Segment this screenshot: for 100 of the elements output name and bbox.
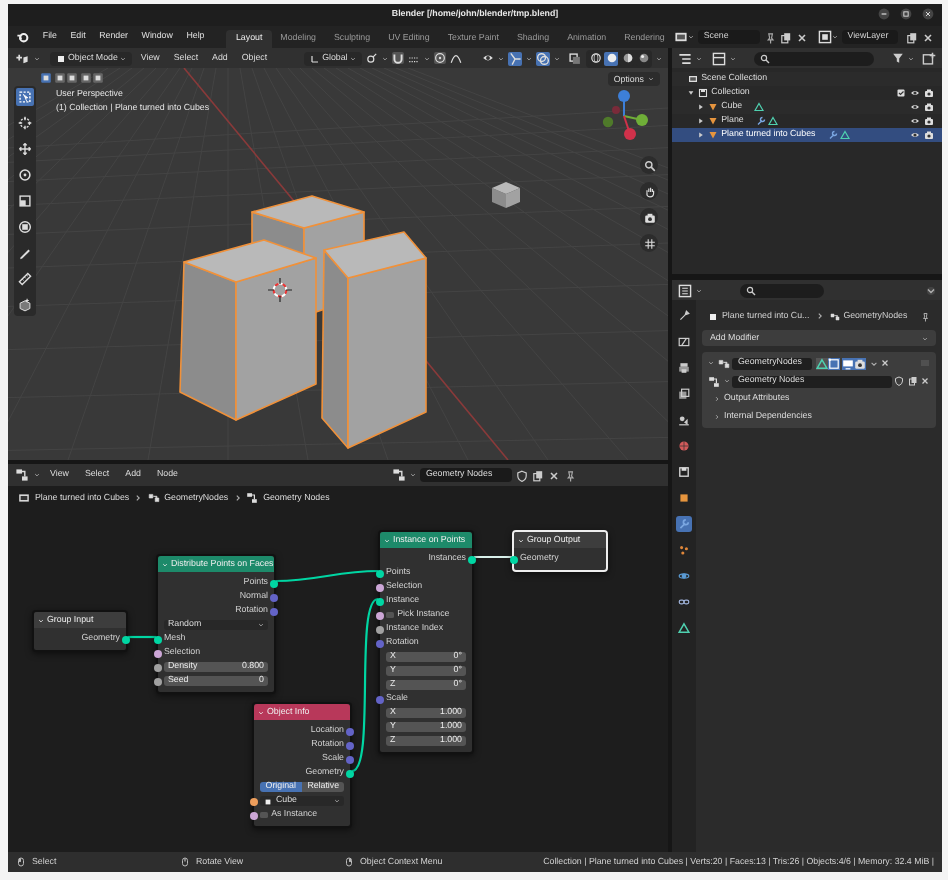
eye-icon[interactable] (910, 130, 921, 140)
socket-dot[interactable] (376, 611, 384, 619)
grid-icon[interactable] (643, 237, 655, 249)
mesh-icon[interactable] (678, 622, 690, 634)
duplicate-icon[interactable] (779, 31, 792, 43)
node-link[interactable] (351, 598, 379, 772)
node-link[interactable] (275, 569, 379, 583)
socket-dot[interactable] (154, 677, 162, 685)
pin-icon[interactable] (563, 469, 576, 481)
node-link[interactable] (128, 635, 156, 639)
selection-mode-icon[interactable] (92, 72, 104, 84)
maximize-icon[interactable] (900, 8, 912, 20)
monitor-icon[interactable] (841, 357, 853, 369)
close-icon[interactable] (922, 8, 934, 20)
collapse-arrow-icon[interactable] (698, 118, 704, 124)
editor-type-icon[interactable] (678, 283, 692, 297)
socket-dot[interactable] (376, 569, 384, 577)
zoom-icon[interactable] (643, 159, 655, 171)
selection-mode-icon[interactable] (79, 72, 91, 84)
link-icon[interactable] (678, 596, 690, 608)
gizmo-icon[interactable] (508, 51, 522, 65)
options-caret-icon[interactable] (926, 285, 936, 295)
cube[interactable] (179, 239, 317, 421)
rotate-icon[interactable] (18, 168, 32, 182)
socket-dot[interactable] (250, 811, 258, 819)
socket-dot[interactable] (122, 635, 130, 643)
close-icon[interactable] (795, 31, 808, 43)
camera-icon[interactable] (924, 130, 934, 140)
socket-dot[interactable] (250, 797, 258, 805)
fake-user-icon[interactable] (515, 469, 528, 481)
socket-dot[interactable] (376, 625, 384, 633)
solid-sphere-icon[interactable] (605, 52, 617, 64)
camera-icon[interactable] (924, 88, 934, 98)
editor-type-icon[interactable] (14, 468, 30, 482)
node-tree-icon[interactable] (708, 375, 720, 387)
socket-dot[interactable] (346, 755, 354, 763)
socket-dot[interactable] (346, 727, 354, 735)
mesh-icon[interactable] (840, 130, 851, 140)
rendered-sphere-icon[interactable] (637, 52, 649, 64)
editor-type-icon[interactable] (14, 51, 30, 65)
transform-icon[interactable] (18, 220, 32, 234)
wrench-icon[interactable] (827, 130, 837, 140)
eye-icon[interactable] (910, 102, 921, 112)
collapse-arrow-icon[interactable] (698, 132, 704, 138)
socket-dot[interactable] (510, 555, 518, 563)
socket-dot[interactable] (154, 649, 162, 657)
pencil-icon[interactable] (18, 246, 32, 260)
display-mode-icon[interactable] (712, 51, 726, 65)
socket-dot[interactable] (346, 741, 354, 749)
socket-dot[interactable] (376, 597, 384, 605)
wrench-icon[interactable] (755, 116, 766, 126)
cursor-icon[interactable] (18, 116, 32, 130)
pin-icon[interactable] (920, 311, 930, 321)
close-icon[interactable] (880, 358, 890, 368)
image-stack-icon[interactable] (678, 388, 690, 400)
add-cube-icon[interactable] (18, 298, 32, 312)
view-layer-icon[interactable] (817, 30, 832, 44)
socket-dot[interactable] (376, 639, 384, 647)
socket-dot[interactable] (270, 593, 278, 601)
wireframe-sphere-icon[interactable] (589, 52, 601, 64)
object-icon[interactable] (678, 492, 690, 504)
xray-icon[interactable] (568, 51, 582, 65)
socket-dot[interactable] (376, 583, 384, 591)
camera-icon[interactable] (924, 102, 934, 112)
collection-icon[interactable] (678, 466, 690, 478)
socket-dot[interactable] (154, 635, 162, 643)
duplicate-icon[interactable] (906, 31, 918, 43)
socket-dot[interactable] (376, 695, 384, 703)
search-field[interactable] (740, 283, 824, 297)
checkbox[interactable] (260, 811, 268, 819)
snap-icon[interactable] (407, 52, 420, 64)
tool-icon[interactable] (678, 310, 690, 322)
scale-icon[interactable] (18, 194, 32, 208)
close-icon[interactable] (547, 469, 560, 481)
printer-icon[interactable] (678, 362, 690, 374)
collapse-arrow-icon[interactable] (698, 104, 704, 110)
selection-mode-icon[interactable] (66, 72, 78, 84)
close-icon[interactable] (920, 376, 930, 386)
new-collection-icon[interactable] (922, 51, 936, 65)
orbit-icon[interactable] (678, 570, 690, 582)
selection-mode-icon[interactable] (53, 72, 65, 84)
close-icon[interactable] (922, 31, 934, 43)
eye-icon[interactable] (910, 88, 921, 98)
ruler-icon[interactable] (18, 272, 32, 286)
eye-icon[interactable] (910, 116, 921, 126)
select-box-icon[interactable] (18, 90, 32, 104)
checkbox[interactable] (386, 611, 394, 619)
cube[interactable] (492, 182, 520, 208)
hand-icon[interactable] (643, 185, 655, 197)
falloff-icon[interactable] (449, 52, 462, 64)
cube[interactable] (321, 231, 427, 449)
move-icon[interactable] (18, 142, 32, 156)
edit-mode-icon[interactable] (828, 357, 840, 369)
proportional-icon[interactable] (433, 52, 446, 64)
socket-dot[interactable] (270, 607, 278, 615)
socket-dot[interactable] (468, 555, 476, 563)
minimize-icon[interactable] (878, 8, 890, 20)
visibility-icon[interactable] (482, 52, 494, 64)
socket-dot[interactable] (270, 579, 278, 587)
camera-icon[interactable] (643, 211, 655, 223)
